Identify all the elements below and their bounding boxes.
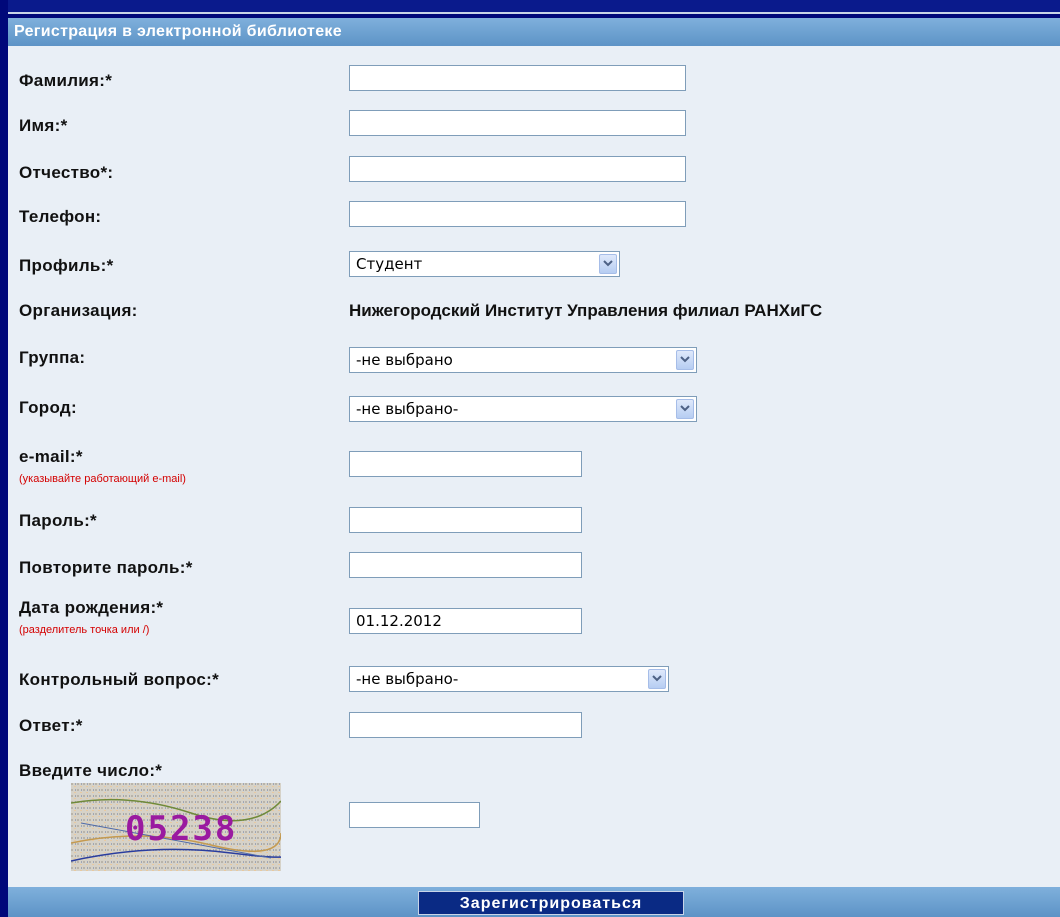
group-select[interactable]: -не выбрано <box>349 347 697 373</box>
email-label: e-mail:* <box>19 447 83 466</box>
chevron-down-icon[interactable] <box>676 399 694 419</box>
lastname-input[interactable] <box>349 65 686 91</box>
profile-label: Профиль:* <box>19 256 114 275</box>
question-select-value: -не выбрано- <box>356 670 459 688</box>
city-select[interactable]: -не выбрано- <box>349 396 697 422</box>
password-label: Пароль:* <box>19 511 97 530</box>
top-strip <box>8 0 1060 14</box>
firstname-label: Имя:* <box>19 116 68 135</box>
patronymic-input[interactable] <box>349 156 686 182</box>
password-repeat-label: Повторите пароль:* <box>19 558 193 577</box>
captcha-input[interactable] <box>349 802 480 828</box>
city-label: Город: <box>19 398 77 417</box>
answer-label: Ответ:* <box>19 716 83 735</box>
captcha-code: 05238 <box>125 809 237 849</box>
firstname-input[interactable] <box>349 110 686 136</box>
question-label: Контрольный вопрос:* <box>19 670 220 689</box>
chevron-down-icon[interactable] <box>648 669 666 689</box>
captcha-label: Введите число:* <box>19 761 163 780</box>
profile-select-value: Студент <box>356 255 423 273</box>
birthdate-label: Дата рождения:* <box>19 598 164 617</box>
register-button[interactable]: Зарегистрироваться <box>418 891 684 915</box>
city-select-value: -не выбрано- <box>356 400 459 418</box>
registration-panel: Регистрация в электронной библиотеке Фам… <box>8 18 1060 917</box>
email-input[interactable] <box>349 451 582 477</box>
password-repeat-input[interactable] <box>349 552 582 578</box>
email-hint: (указывайте работающий e-mail) <box>19 473 186 485</box>
password-input[interactable] <box>349 507 582 533</box>
form-title: Регистрация в электронной библиотеке <box>8 18 1060 46</box>
profile-select[interactable]: Студент <box>349 251 620 277</box>
form-footer: Зарегистрироваться <box>8 887 1060 917</box>
patronymic-label: Отчество*: <box>19 163 114 182</box>
birthdate-hint: (разделитель точка или /) <box>19 624 150 636</box>
lastname-label: Фамилия:* <box>19 71 113 90</box>
question-select[interactable]: -не выбрано- <box>349 666 669 692</box>
group-select-value: -не выбрано <box>356 351 453 369</box>
chevron-down-icon[interactable] <box>676 350 694 370</box>
organization-label: Организация: <box>19 301 138 320</box>
organization-value: Нижегородский Институт Управления филиал… <box>349 301 823 320</box>
birthdate-input[interactable]: 01.12.2012 <box>349 608 582 634</box>
group-label: Группа: <box>19 348 86 367</box>
phone-input[interactable] <box>349 201 686 227</box>
phone-label: Телефон: <box>19 207 102 226</box>
chevron-down-icon[interactable] <box>599 254 617 274</box>
answer-input[interactable] <box>349 712 582 738</box>
captcha-image: 05238 <box>71 783 281 871</box>
